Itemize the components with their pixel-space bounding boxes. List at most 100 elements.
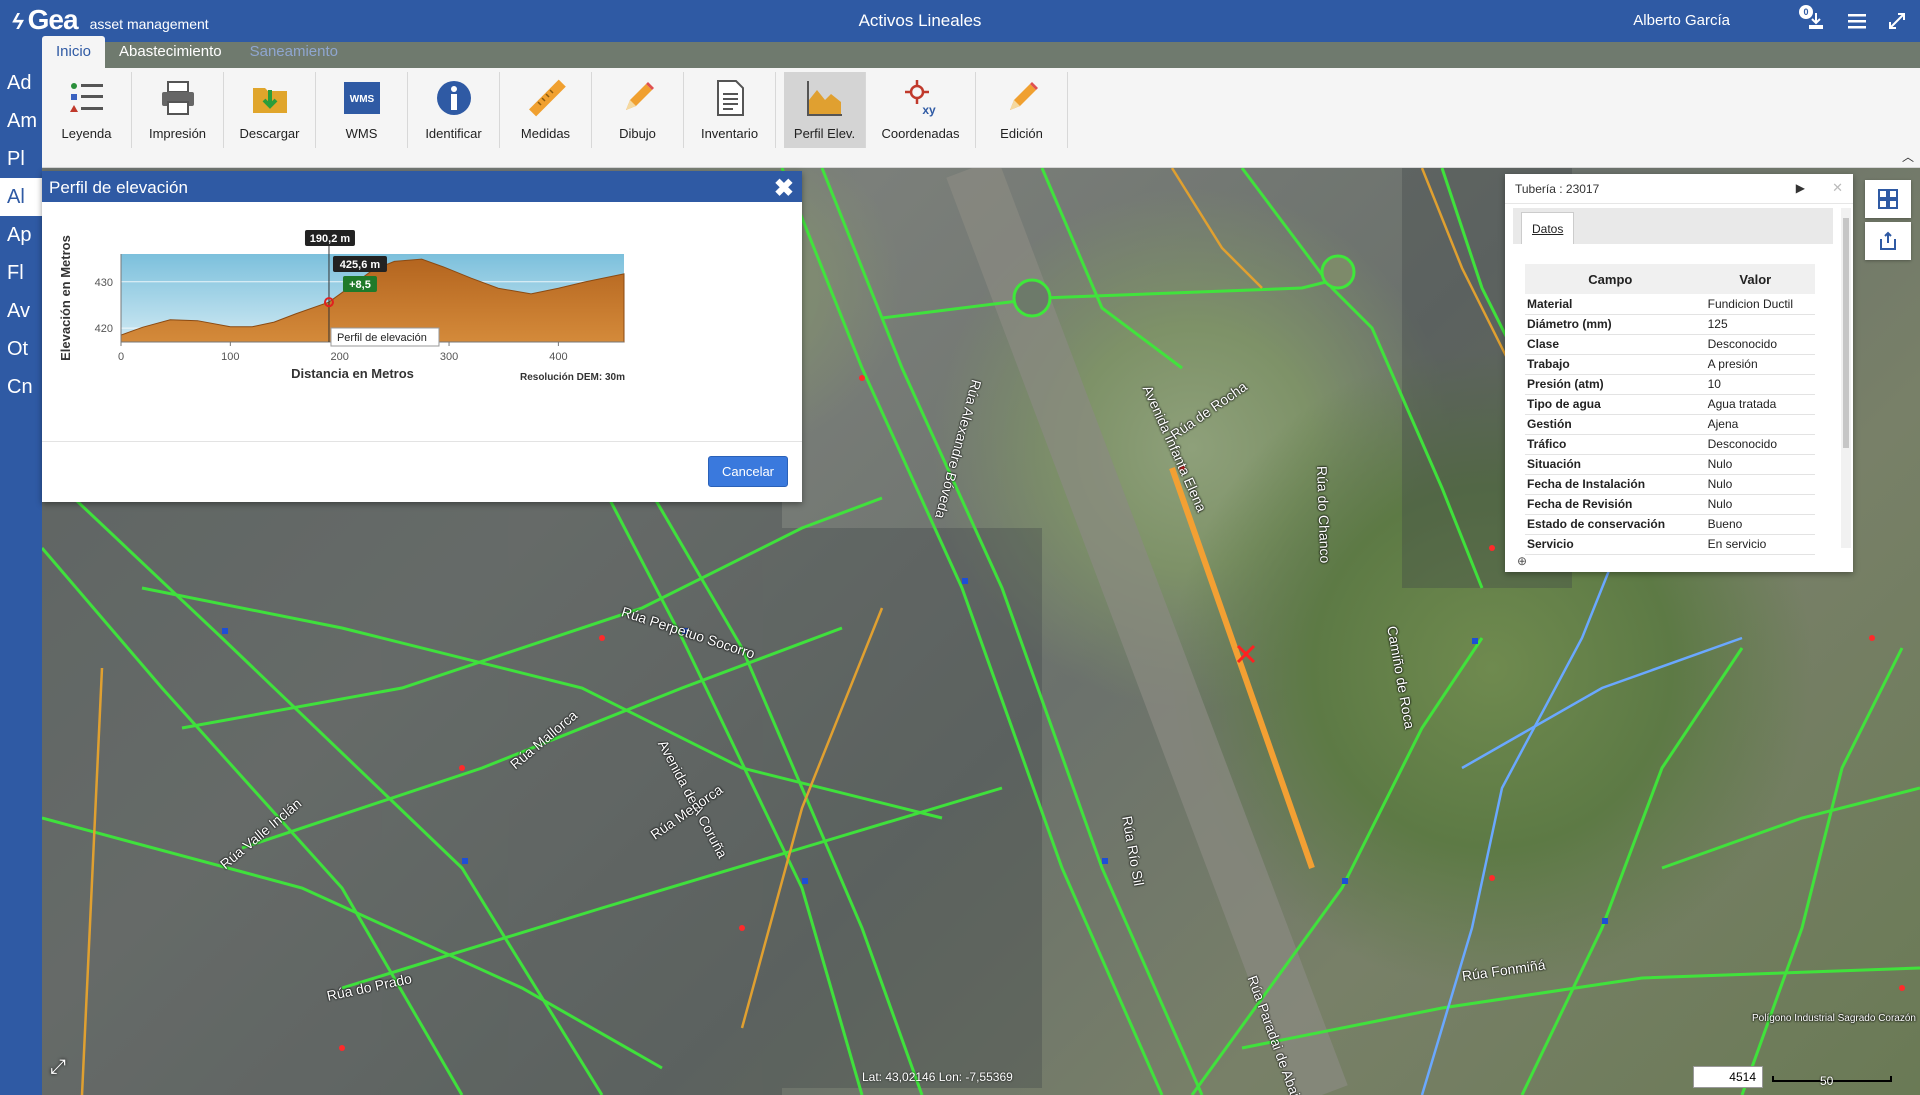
tab-saneamiento[interactable]: Saneamiento: [236, 36, 352, 68]
wms-button[interactable]: WMS WMS: [316, 72, 408, 148]
field-value: En servicio: [1695, 534, 1815, 555]
ruler-icon: [528, 79, 566, 117]
elevation-profile-icon: [806, 81, 842, 116]
identificar-label: Identificar: [425, 126, 482, 141]
left-rail: Ad Am Pl Al Ap Fl Av Ot Cn: [0, 42, 42, 1095]
export-icon: [1880, 231, 1896, 250]
field-value: Desconocido: [1695, 434, 1815, 455]
medidas-label: Medidas: [520, 126, 571, 141]
tab-abastecimiento[interactable]: Abastecimiento: [105, 36, 236, 68]
info-tabs: Datos: [1513, 208, 1833, 244]
rail-item-al[interactable]: Al: [0, 178, 42, 216]
svg-text:xy: xy: [922, 103, 936, 117]
table-row: Fecha de Instalación Nulo: [1525, 474, 1815, 495]
expand-map-icon[interactable]: ⤢: [50, 1056, 66, 1079]
leyenda-button[interactable]: Leyenda: [42, 72, 132, 148]
dialog-footer: Cancelar: [42, 442, 802, 502]
field-value: Agua tratada: [1695, 394, 1815, 415]
y-tick-label: 420: [95, 323, 113, 335]
edicion-button[interactable]: Edición: [976, 72, 1068, 148]
fullscreen-icon[interactable]: [1886, 10, 1908, 32]
field-value: Fundicion Ductil: [1695, 294, 1815, 315]
series-tooltip-text: Perfil de elevación: [337, 332, 427, 344]
street-label: Rúa do Chanco: [1314, 465, 1334, 564]
rail-item-fl[interactable]: Fl: [0, 254, 42, 292]
field-value: Nulo: [1695, 494, 1815, 515]
field-value: Nulo: [1695, 474, 1815, 495]
distance-tooltip-text: 190,2 m: [310, 233, 351, 245]
coordenadas-button[interactable]: xy Coordenadas: [866, 72, 976, 148]
column-header: Valor: [1695, 264, 1815, 294]
coordinates-readout: Lat: 43,02146 Lon: -7,55369: [862, 1070, 1013, 1084]
street-label: Polígono Industrial Sagrado Corazón: [1752, 1013, 1916, 1024]
field-value: Desconocido: [1695, 334, 1815, 355]
x-tick-label: 400: [549, 351, 567, 363]
notifications-download-icon[interactable]: 0: [1799, 5, 1827, 32]
grid-view-button[interactable]: [1865, 180, 1911, 218]
edit-pencil-icon: [1009, 82, 1038, 110]
perfil-elev-button[interactable]: Perfil Elev.: [784, 72, 866, 148]
table-row: Clase Desconocido: [1525, 334, 1815, 355]
cancel-button[interactable]: Cancelar: [708, 456, 788, 487]
printer-icon: [161, 81, 194, 115]
field-name: Diámetro (mm): [1525, 314, 1696, 335]
table-row: Estado de conservación Bueno: [1525, 514, 1815, 535]
medidas-button[interactable]: Medidas: [500, 72, 592, 148]
field-name: Tráfico: [1525, 434, 1696, 455]
x-tick-label: 100: [221, 351, 239, 363]
info-panel-header: Tubería : 23017 ▶ ✕: [1505, 174, 1853, 204]
field-name: Estado de conservación: [1525, 514, 1696, 535]
descargar-button[interactable]: Descargar: [224, 72, 316, 148]
field-value: Ajena: [1695, 414, 1815, 435]
tab-inicio[interactable]: Inicio: [42, 36, 106, 68]
rail-item-ap[interactable]: Ap: [0, 216, 42, 254]
close-icon[interactable]: ✕: [1832, 180, 1843, 196]
table-row: Gestión Ajena: [1525, 414, 1815, 435]
rail-item-pl[interactable]: Pl: [0, 140, 42, 178]
rail-item-av[interactable]: Av: [0, 292, 42, 330]
x-tick-label: 200: [331, 351, 349, 363]
field-name: Situación: [1525, 454, 1696, 475]
rail-item-cn[interactable]: Cn: [0, 368, 42, 406]
grid-icon: [1878, 189, 1898, 209]
menu-icon[interactable]: [1846, 10, 1868, 32]
x-axis-label: Distancia en Metros: [291, 366, 414, 381]
coordenadas-label: Coordenadas: [881, 126, 960, 141]
ribbon-collapse-icon[interactable]: ︿: [1902, 148, 1914, 165]
close-icon[interactable]: ✖: [774, 174, 794, 203]
table-row: Servicio En servicio: [1525, 534, 1815, 555]
field-name: Presión (atm): [1525, 374, 1696, 395]
dialog-title: Perfil de elevación: [49, 178, 188, 197]
field-name: Clase: [1525, 334, 1696, 355]
edicion-label: Edición: [1000, 126, 1043, 141]
rail-item-am[interactable]: Am: [0, 102, 42, 140]
impresion-button[interactable]: Impresión: [132, 72, 224, 148]
info-icon: [436, 81, 471, 115]
leyenda-label: Leyenda: [61, 126, 112, 141]
user-name[interactable]: Alberto García: [1633, 12, 1730, 29]
wms-label: WMS: [345, 126, 378, 141]
table-row: Situación Nulo: [1525, 454, 1815, 475]
zoom-to-feature-icon[interactable]: ⊕: [1517, 554, 1527, 568]
rail-item-ad[interactable]: Ad: [0, 64, 42, 102]
tab-datos[interactable]: Datos: [1521, 212, 1575, 244]
field-name: Material: [1525, 294, 1696, 315]
column-header: Campo: [1525, 264, 1696, 294]
identificar-button[interactable]: Identificar: [408, 72, 500, 148]
inventario-label: Inventario: [700, 126, 759, 141]
elevation-chart[interactable]: 0 100 200 300 400 420 430 Distancia en Metros El…: [42, 202, 802, 442]
field-name: Gestión: [1525, 414, 1696, 435]
field-name: Servicio: [1525, 534, 1696, 555]
rail-item-ot[interactable]: Ot: [0, 330, 42, 368]
ribbon-toolbar: Leyenda Impresión Descargar WMS WMS Iden…: [42, 68, 1920, 168]
inventario-button[interactable]: Inventario: [684, 72, 776, 148]
delta-badge-text: +8,5: [349, 279, 371, 291]
table-row: Tráfico Desconocido: [1525, 434, 1815, 455]
scale-input[interactable]: 4514: [1693, 1066, 1763, 1088]
dibujo-button[interactable]: Dibujo: [592, 72, 684, 148]
export-button[interactable]: [1865, 222, 1911, 260]
field-name: Fecha de Revisión: [1525, 494, 1696, 515]
elevation-profile-dialog: Perfil de elevación ✖ 0 100 200 300 400 420 43…: [42, 171, 802, 502]
info-scrollbar[interactable]: [1841, 208, 1851, 548]
next-feature-icon[interactable]: ▶: [1796, 181, 1805, 195]
